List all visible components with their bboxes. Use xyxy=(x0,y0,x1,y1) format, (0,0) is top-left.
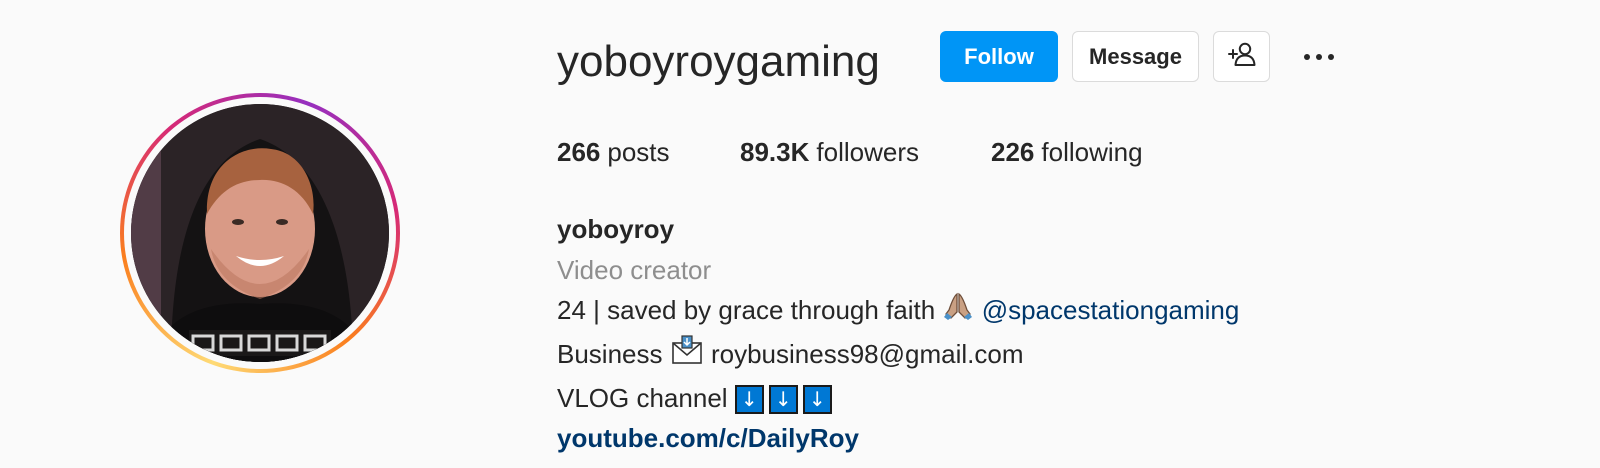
bio-line-faith-text: 24 | saved by grace through faith xyxy=(557,295,936,325)
following-count: 226 xyxy=(991,137,1035,167)
followers-count: 89.3K xyxy=(740,137,810,167)
avatar-image xyxy=(131,104,389,362)
suggested-accounts-button[interactable] xyxy=(1213,31,1270,82)
follow-button[interactable]: Follow xyxy=(940,31,1058,82)
bio-category: Video creator xyxy=(557,254,712,285)
following-stat[interactable]: 226 following xyxy=(991,134,1143,170)
praying-hands-emoji xyxy=(942,290,974,334)
followers-label: followers xyxy=(816,137,919,167)
down-arrow-emoji: ↓ xyxy=(802,385,832,415)
message-button[interactable]: Message xyxy=(1072,31,1199,82)
down-arrow-emoji: ↓ xyxy=(768,385,798,415)
bio-line-vlog: VLOG channel ↓ ↓ ↓ xyxy=(557,378,1239,419)
profile-avatar[interactable] xyxy=(131,104,389,362)
add-person-icon xyxy=(1227,41,1257,73)
following-label: following xyxy=(1041,137,1143,167)
bio-display-name: yoboyroy xyxy=(557,214,675,244)
avatar-gap xyxy=(124,97,396,369)
envelope-emoji xyxy=(670,334,704,378)
more-options-button[interactable] xyxy=(1296,40,1341,74)
bio-line-business: Business roybusiness98@gmail.com xyxy=(557,334,1239,378)
more-options-icon xyxy=(1301,54,1337,60)
posts-stat: 266 posts xyxy=(557,134,740,170)
bio-website-link[interactable]: youtube.com/c/DailyRoy xyxy=(557,418,1239,459)
bio-mention-link[interactable]: @spacestationgaming xyxy=(982,295,1240,325)
followers-stat[interactable]: 89.3K followers xyxy=(740,134,991,170)
bio-line-faith: 24 | saved by grace through faith @space… xyxy=(557,290,1239,334)
down-arrow-emoji: ↓ xyxy=(734,385,764,415)
bio-vlog-text: VLOG channel xyxy=(557,382,728,413)
story-ring[interactable] xyxy=(120,93,400,373)
bio-email: roybusiness98@gmail.com xyxy=(710,338,1024,369)
profile-stats: 266 posts 89.3K followers 226 following xyxy=(557,134,1143,170)
profile-username: yoboyroygaming xyxy=(557,37,880,86)
posts-count: 266 xyxy=(557,137,601,167)
posts-label: posts xyxy=(607,137,670,167)
profile-bio: yoboyroy Video creator 24 | saved by gra… xyxy=(557,209,1239,459)
bio-business-label: Business xyxy=(557,338,663,369)
